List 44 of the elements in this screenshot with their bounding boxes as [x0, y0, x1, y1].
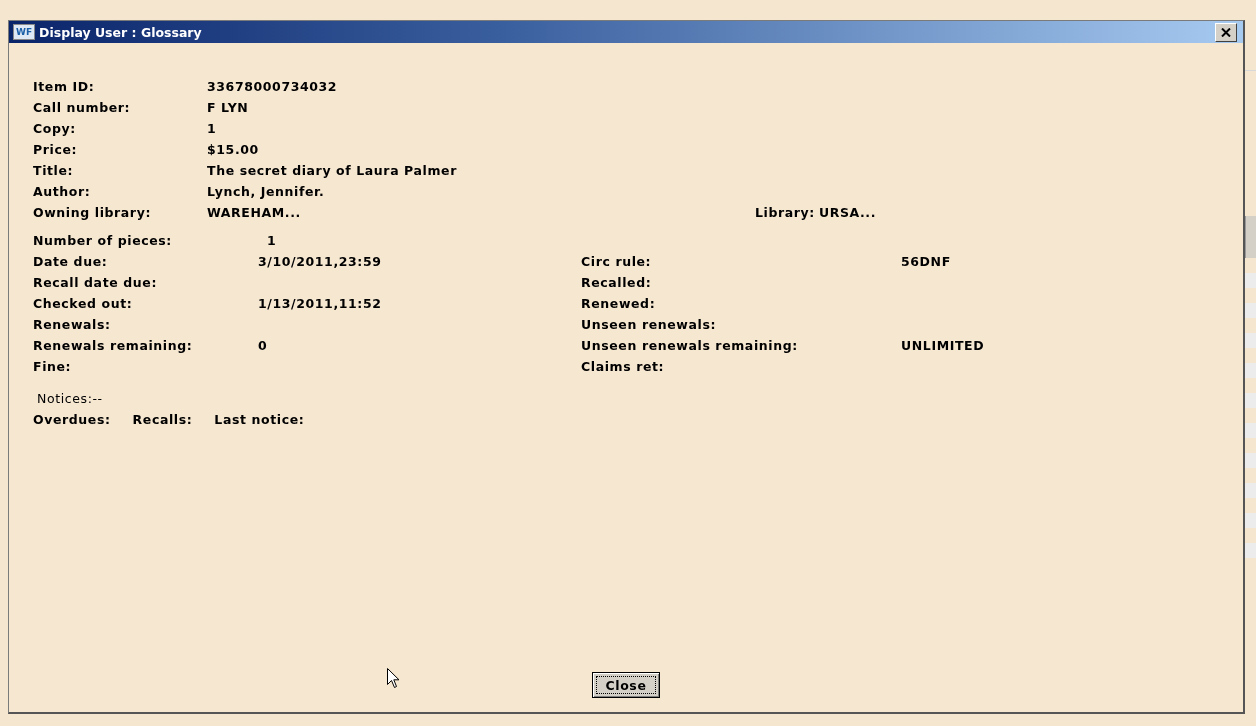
field-label: Item ID: — [33, 79, 96, 94]
field-value: F LYN — [207, 100, 249, 115]
field-label: Renewals: — [33, 317, 112, 332]
field-value: 1 — [207, 121, 217, 136]
field-value: 56DNF — [901, 254, 951, 269]
field-label: Call number: — [33, 100, 132, 115]
field-value: 1/13/2011,11:52 — [258, 296, 382, 311]
field-label: Owning library: — [33, 205, 152, 220]
field-value: Lynch, Jennifer. — [207, 184, 325, 199]
field-value: 0 — [258, 338, 268, 353]
field-value: 1 — [267, 233, 277, 248]
field-label: Last notice: — [214, 412, 305, 427]
field-value: WAREHAM... — [207, 205, 301, 220]
field-label: Unseen renewals: — [581, 317, 718, 332]
close-button[interactable]: Close — [592, 672, 660, 698]
notices-heading: Notices:-- — [37, 391, 103, 406]
field-label: Recalls: — [132, 412, 193, 427]
field-label: Claims ret: — [581, 359, 666, 374]
field-label: Recall date due: — [33, 275, 158, 290]
field-label: Title: — [33, 163, 75, 178]
window-title: Display User : Glossary — [39, 24, 203, 40]
field-label: Unseen renewals remaining: — [581, 338, 799, 353]
field-label: Checked out: — [33, 296, 134, 311]
field-value: 3/10/2011,23:59 — [258, 254, 382, 269]
field-label: Recalled: — [581, 275, 653, 290]
field-value: URSA... — [818, 205, 877, 220]
field-label: Renewed: — [581, 296, 657, 311]
field-label: Copy: — [33, 121, 77, 136]
field-label: Circ rule: — [581, 254, 653, 269]
field-label: Overdues: — [33, 412, 111, 427]
field-label: Date due: — [33, 254, 109, 269]
field-value: 33678000734032 — [207, 79, 338, 94]
cursor-icon — [387, 668, 400, 689]
field-label: Renewals remaining: — [33, 338, 194, 353]
field-label: Fine: — [33, 359, 73, 374]
field-label: Author: — [33, 184, 92, 199]
app-icon: WF — [13, 24, 36, 40]
field-label: Number of pieces: — [33, 233, 173, 248]
field-value: The secret diary of Laura Palmer — [207, 163, 457, 178]
field-value: $15.00 — [207, 142, 259, 157]
close-icon[interactable] — [1215, 22, 1237, 42]
field-value: UNLIMITED — [901, 338, 985, 353]
field-label: Library: — [755, 205, 815, 220]
field-label: Price: — [33, 142, 79, 157]
